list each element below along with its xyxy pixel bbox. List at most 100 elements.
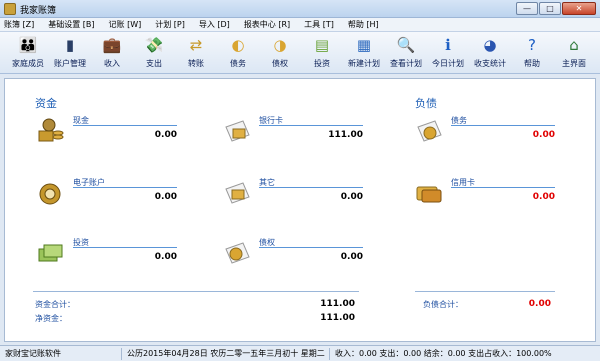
debt-icon: ◐ [231, 36, 245, 54]
transfer-button[interactable]: ⇄ 转账 [174, 35, 218, 73]
menu-plan[interactable]: 计划 [P] [155, 19, 185, 30]
net-assets-label: 净资金： [35, 314, 67, 323]
account-debt[interactable]: 债务 0.00 [415, 115, 555, 157]
account-name: 电子账户 [73, 177, 177, 188]
account-value: 0.00 [340, 252, 363, 262]
stats-button[interactable]: ◕ 收支统计 [468, 35, 512, 73]
tool-label: 投资 [314, 59, 330, 68]
account-value: 0.00 [154, 252, 177, 262]
debt-account-icon [417, 120, 442, 142]
liabilities-divider [415, 291, 555, 292]
close-button[interactable]: ✕ [562, 2, 596, 15]
account-other[interactable]: 其它 0.00 [223, 177, 363, 219]
assets-total-label: 资金合计： [35, 300, 75, 309]
menu-import[interactable]: 导入 [D] [199, 19, 230, 30]
tool-label: 债务 [230, 59, 246, 68]
today-plan-button[interactable]: ℹ 今日计划 [426, 35, 470, 73]
stats-icon: ◕ [483, 36, 497, 54]
status-bar: 家财宝记账软件 公历2015年04月28日 农历二零一五年三月初十 星期二 收入… [0, 345, 600, 361]
status-date: 公历2015年04月28日 农历二零一五年三月初十 星期二 [124, 348, 330, 360]
tool-label: 今日计划 [432, 59, 464, 68]
tool-label: 收支统计 [474, 59, 506, 68]
account-value: 111.00 [328, 130, 363, 140]
status-app-name: 家财宝记账软件 [2, 348, 122, 360]
invest-icon: ▤ [314, 36, 330, 54]
view-plan-icon: 🔍 [396, 36, 416, 54]
family-members-button[interactable]: 👪 家庭成员 [6, 35, 50, 73]
income-button[interactable]: 💼 收入 [90, 35, 134, 73]
tool-label: 转账 [188, 59, 204, 68]
tool-label: 支出 [146, 59, 162, 68]
account-e-account[interactable]: 电子账户 0.00 [37, 177, 177, 219]
investment-icon [38, 244, 63, 262]
credit-claim-icon: ◑ [273, 36, 287, 54]
account-investment[interactable]: 投资 0.00 [37, 237, 177, 279]
credit-claim-button[interactable]: ◑ 债权 [258, 35, 302, 73]
app-icon [4, 3, 16, 15]
tool-label: 新建计划 [348, 59, 380, 68]
menu-tools[interactable]: 工具 [T] [304, 19, 334, 30]
home-icon: ⌂ [569, 36, 579, 54]
today-plan-icon: ℹ [445, 36, 451, 54]
family-icon: 👪 [18, 36, 38, 54]
account-name: 投资 [73, 237, 177, 248]
menu-reports[interactable]: 报表中心 [R] [244, 19, 290, 30]
menu-basic-settings[interactable]: 基础设置 [B] [48, 19, 94, 30]
help-button[interactable]: ? 帮助 [510, 35, 554, 73]
account-cash[interactable]: 现金 0.00 [37, 116, 177, 157]
account-name: 债权 [259, 237, 363, 248]
account-value: 0.00 [532, 130, 555, 140]
help-icon: ? [528, 36, 536, 54]
account-name: 信用卡 [451, 177, 555, 188]
transfer-icon: ⇄ [189, 36, 203, 54]
account-name: 银行卡 [259, 115, 363, 126]
account-value: 0.00 [532, 192, 555, 202]
window-title: 我家账簿 [20, 6, 57, 16]
menu-ledger[interactable]: 账簿 [Z] [4, 19, 34, 30]
tool-label: 查看计划 [390, 59, 422, 68]
account-name: 其它 [259, 177, 363, 188]
menu-bookkeeping[interactable]: 记账 [W] [109, 19, 142, 30]
home-button[interactable]: ⌂ 主界面 [552, 35, 596, 73]
assets-divider [33, 291, 359, 292]
debt-button[interactable]: ◐ 债务 [216, 35, 260, 73]
maximize-button[interactable]: □ [539, 2, 561, 15]
assets-total-value: 111.00 [320, 299, 355, 309]
view-plan-button[interactable]: 🔍 查看计划 [384, 35, 428, 73]
invest-button[interactable]: ▤ 投资 [300, 35, 344, 73]
status-summary: 收入：0.00 支出：0.00 结余：0.00 支出占收入：100.00% [335, 349, 552, 358]
tool-label: 收入 [104, 59, 120, 68]
minimize-button[interactable]: — [516, 2, 538, 15]
tool-label: 债权 [272, 59, 288, 68]
account-manage-button[interactable]: ▮ 账户管理 [48, 35, 92, 73]
cash-icon [38, 118, 64, 142]
account-value: 0.00 [154, 130, 177, 140]
tool-label: 账户管理 [54, 59, 86, 68]
credit-card-icon [416, 186, 442, 203]
menu-bar: 账簿 [Z] 基础设置 [B] 记账 [W] 计划 [P] 导入 [D] 报表中… [0, 18, 600, 32]
account-credit-card[interactable]: 信用卡 0.00 [415, 177, 555, 219]
account-claim[interactable]: 债权 0.00 [223, 237, 363, 279]
net-assets-value: 111.00 [320, 313, 355, 323]
toolbar: 👪 家庭成员 ▮ 账户管理 💼 收入 💸 支出 ⇄ 转账 ◐ 债务 ◑ 债权 ▤… [0, 32, 600, 74]
account-name: 债务 [451, 115, 555, 126]
new-plan-button[interactable]: ▦ 新建计划 [342, 35, 386, 73]
tool-label: 帮助 [524, 59, 540, 68]
income-icon: 💼 [102, 36, 122, 54]
expense-button[interactable]: 💸 支出 [132, 35, 176, 73]
bank-card-icon [225, 120, 250, 142]
account-manage-icon: ▮ [65, 36, 75, 54]
account-value: 0.00 [340, 192, 363, 202]
assets-title: 资金 [35, 97, 57, 110]
other-icon [225, 182, 250, 204]
e-account-icon [39, 183, 61, 205]
expense-icon: 💸 [144, 36, 164, 54]
claim-icon [225, 242, 250, 264]
menu-help[interactable]: 帮助 [H] [348, 19, 379, 30]
window-controls: — □ ✕ [516, 2, 596, 15]
title-bar: 我家账簿 — □ ✕ [0, 0, 600, 18]
account-bank-card[interactable]: 银行卡 111.00 [223, 115, 363, 157]
tool-label: 家庭成员 [12, 59, 44, 68]
account-value: 0.00 [154, 192, 177, 202]
liabilities-total-value: 0.00 [528, 299, 551, 309]
